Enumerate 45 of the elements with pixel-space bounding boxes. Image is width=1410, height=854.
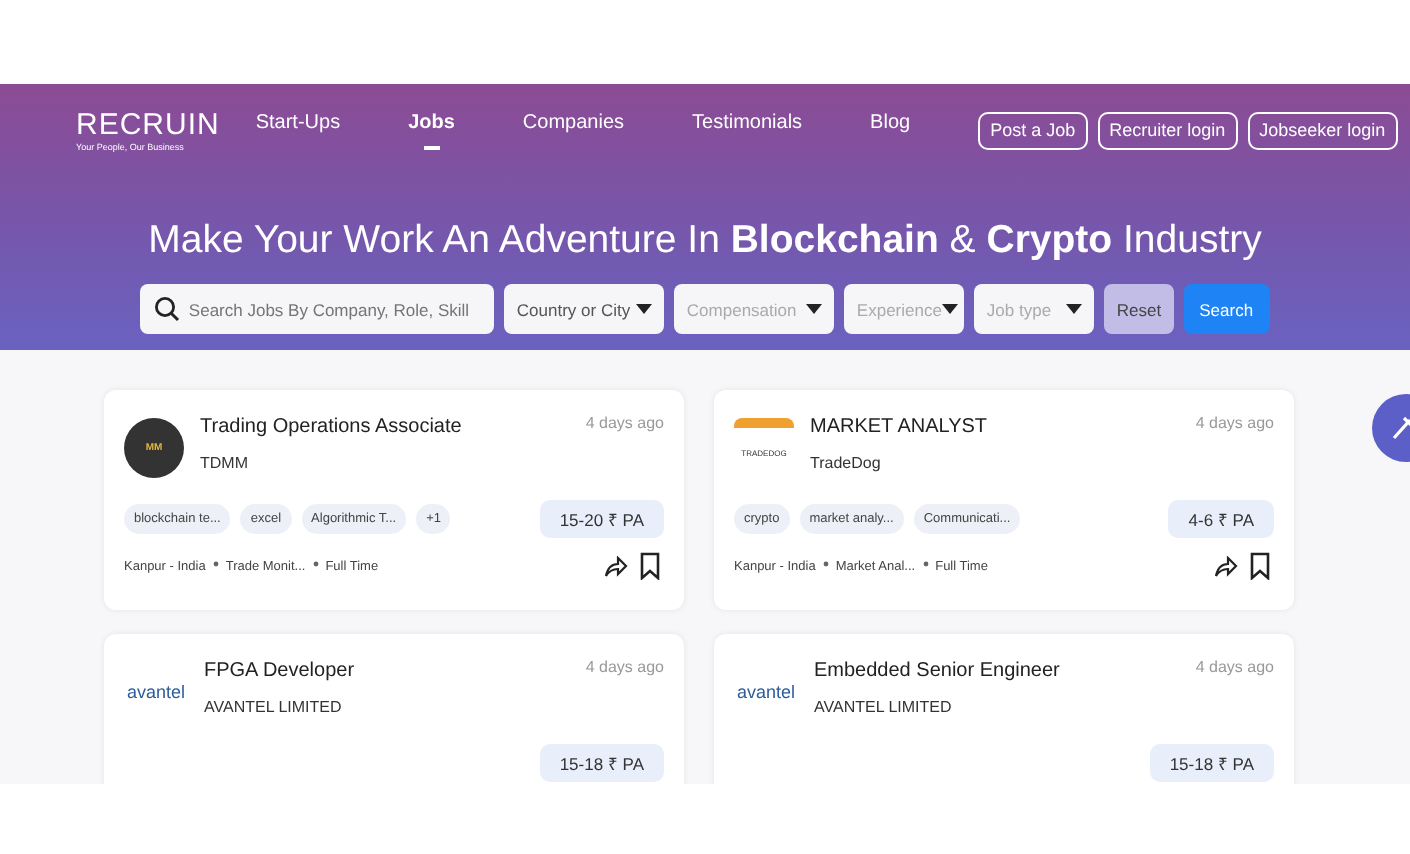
salary-badge: 4-6 ₹ PA	[1168, 500, 1274, 538]
nav-link[interactable]: Blog	[870, 111, 911, 149]
caret-icon	[941, 304, 958, 314]
nav-link[interactable]: Testimonials	[692, 111, 803, 149]
posted-time: 4 days ago	[1195, 658, 1274, 676]
company-name: TDMM	[200, 454, 250, 472]
job-title[interactable]: Trading Operations Associate	[200, 416, 586, 438]
logo[interactable]: RECRUIN	[76, 109, 220, 141]
caret-icon	[806, 304, 823, 314]
dot-icon	[919, 558, 932, 570]
job-title[interactable]: Embedded Senior Engineer	[814, 660, 1196, 682]
nav-link[interactable]: Companies	[522, 111, 625, 149]
search-field[interactable]: Search Jobs By Company, Role, Skill	[140, 284, 495, 334]
job-title[interactable]: MARKET ANALYST	[810, 416, 1196, 438]
job-card[interactable]: avantel Embedded Senior Engineer AVANTEL LIMITED 4 days ago 15-18 ₹ PA	[714, 634, 1294, 784]
header-button[interactable]: Post a Job	[978, 111, 1088, 149]
caret-icon	[636, 304, 653, 314]
share-icon[interactable]	[1214, 555, 1238, 577]
header-button[interactable]: Jobseeker login	[1247, 111, 1398, 149]
salary-badge: 15-18 ₹ PA	[1149, 744, 1274, 782]
filter-dropdown[interactable]: Country or City	[504, 284, 665, 334]
headline: Make Your Work An Adventure In Blockchain & Crypto Industry	[148, 218, 1262, 264]
dot-icon	[309, 558, 322, 570]
tool-icon	[1388, 414, 1410, 442]
nav-link[interactable]: Start-Ups	[255, 111, 341, 149]
search-button[interactable]: Search	[1183, 284, 1270, 334]
posted-time: 4 days ago	[585, 414, 664, 432]
job-title[interactable]: FPGA Developer	[204, 660, 586, 682]
dot-icon	[819, 558, 832, 570]
reset-button[interactable]: Reset	[1104, 284, 1174, 334]
salary-badge: 15-20 ₹ PA	[539, 500, 664, 538]
company-name: AVANTEL LIMITED	[204, 698, 344, 716]
salary-badge: 15-18 ₹ PA	[539, 744, 664, 782]
posted-time: 4 days ago	[1195, 414, 1274, 432]
nav-link[interactable]: Jobs	[408, 111, 455, 149]
bookmark-icon[interactable]	[1250, 552, 1270, 580]
share-icon[interactable]	[604, 555, 628, 577]
bookmark-icon[interactable]	[640, 552, 660, 580]
company-name: AVANTEL LIMITED	[814, 698, 954, 716]
posted-time: 4 days ago	[585, 658, 664, 676]
caret-icon	[1066, 304, 1083, 314]
job-card[interactable]: avantel FPGA Developer AVANTEL LIMITED 4 days ago 15-18 ₹ PA	[104, 634, 684, 784]
company-name: TradeDog	[810, 454, 883, 472]
dot-icon	[209, 558, 222, 570]
header-button[interactable]: Recruiter login	[1097, 111, 1238, 149]
